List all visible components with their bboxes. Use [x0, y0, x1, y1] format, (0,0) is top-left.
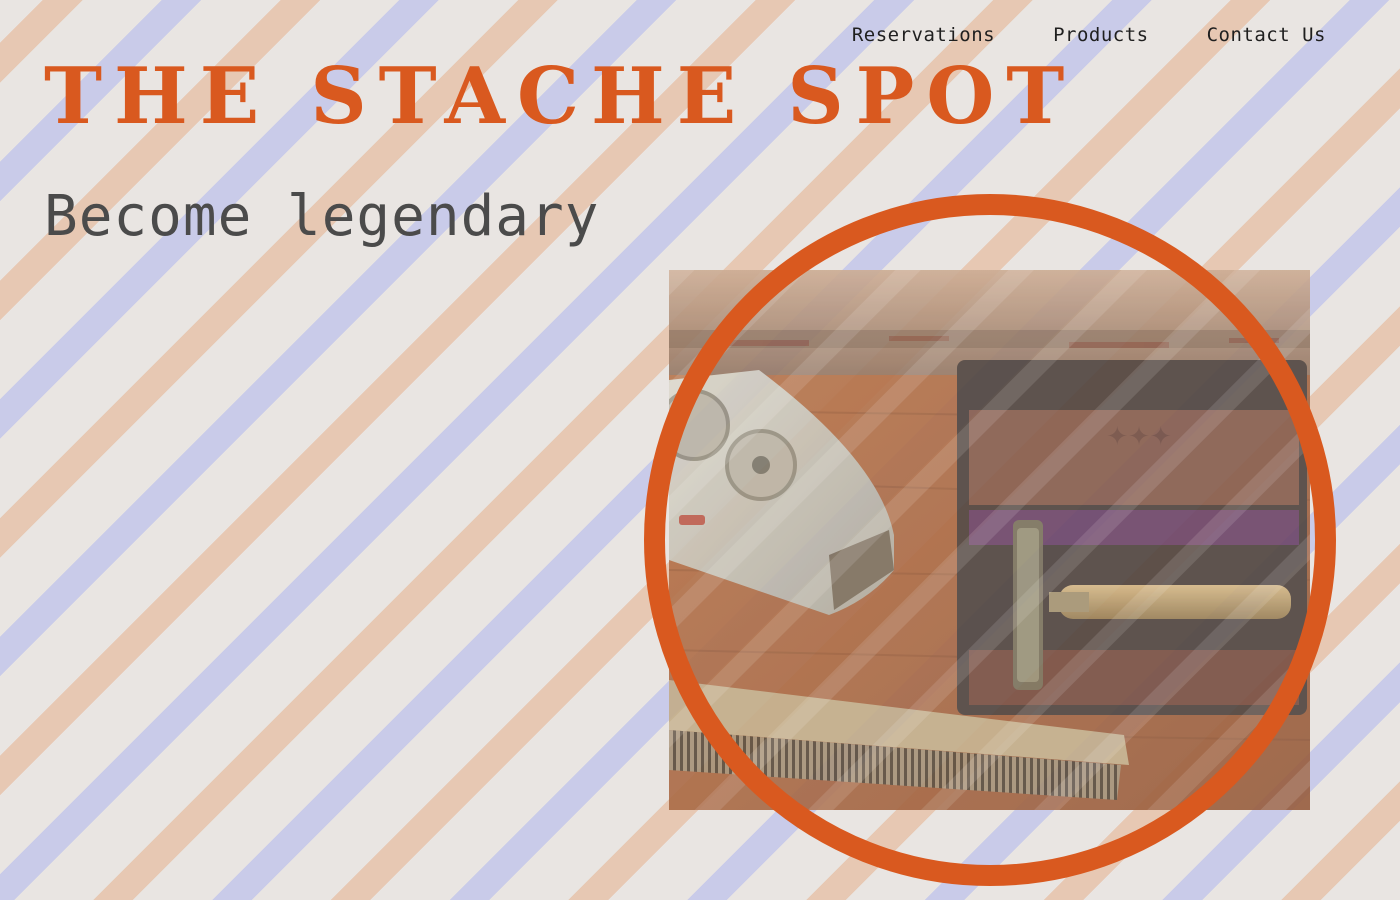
hero-photo: ✦✦✦	[669, 270, 1310, 810]
nav-products-link[interactable]: Products	[1053, 24, 1149, 46]
page: Reservations Products Contact Us THE STA…	[0, 0, 1400, 900]
nav-reservations-link[interactable]: Reservations	[852, 24, 995, 46]
brand-title: THE STACHE SPOT	[44, 51, 1077, 142]
main-nav: Reservations Products Contact Us	[852, 24, 1326, 46]
hero-tagline: Become legendary	[44, 184, 600, 249]
nav-contact-us-link[interactable]: Contact Us	[1207, 24, 1326, 46]
